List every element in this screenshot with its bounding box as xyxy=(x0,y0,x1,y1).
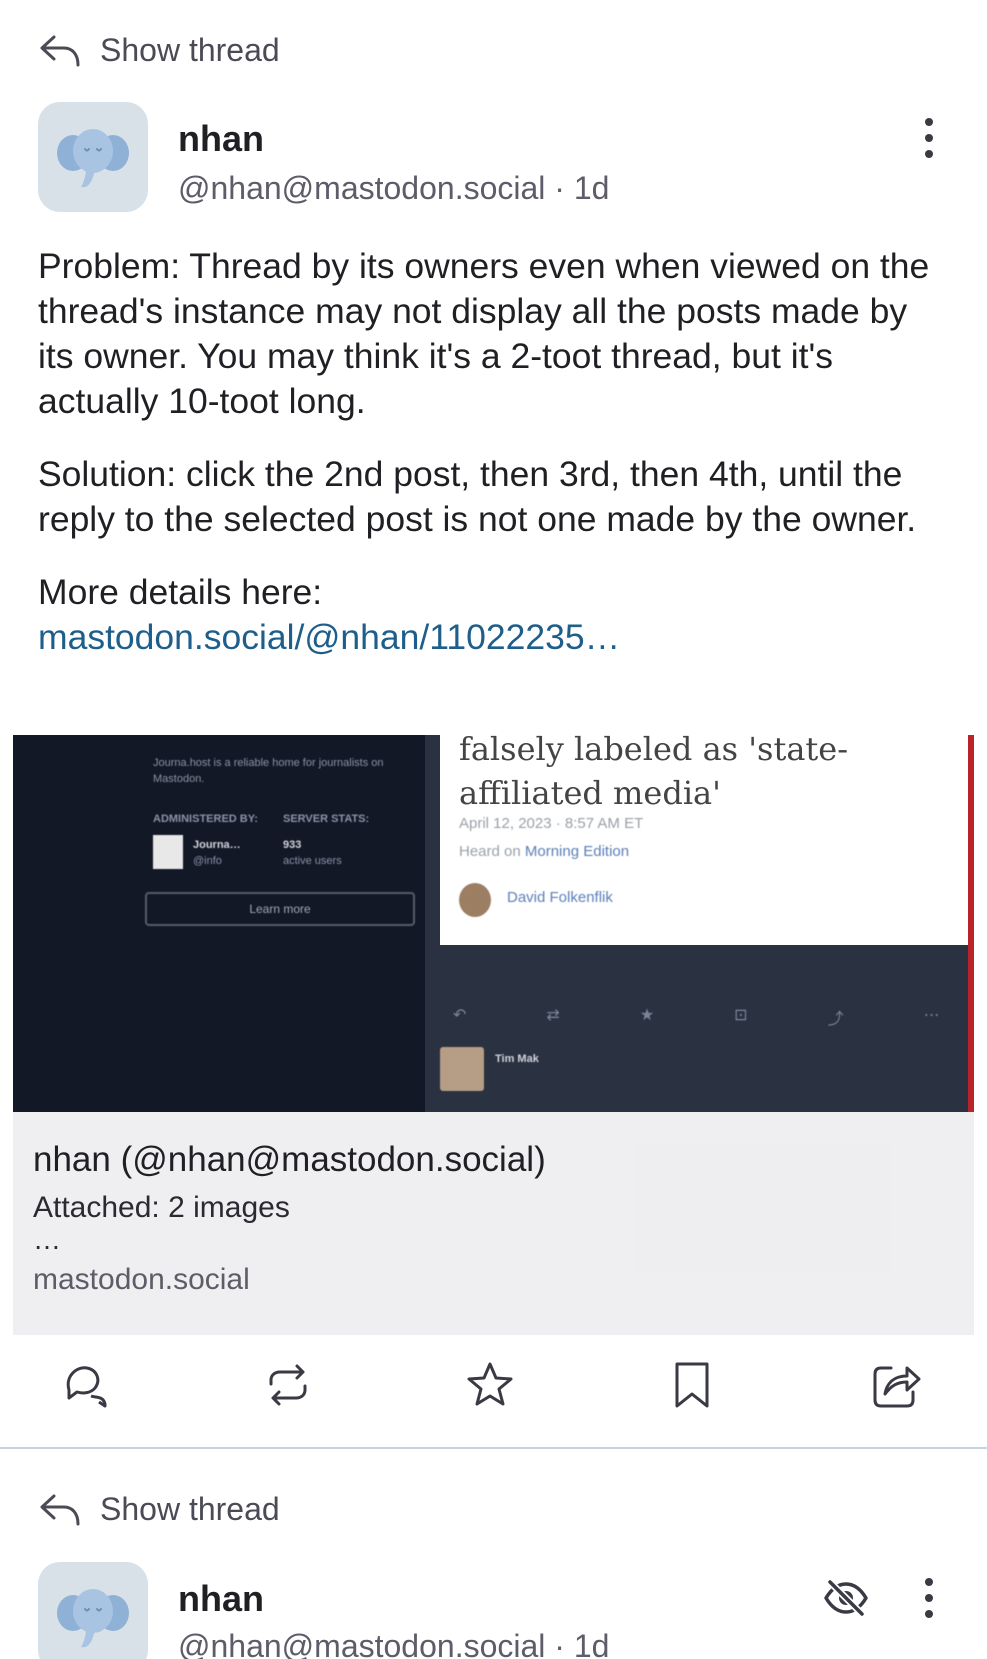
card-title: nhan (@nhan@mastodon.social) xyxy=(33,1140,546,1179)
bookmark-icon xyxy=(675,1362,709,1408)
display-name[interactable]: nhan xyxy=(178,1578,264,1620)
link-preview-image: Journa.host is a reliable home for journ… xyxy=(13,735,974,1112)
bookmark-button[interactable] xyxy=(662,1355,722,1415)
show-thread-label: Show thread xyxy=(100,32,280,68)
mastodon-elephant-icon xyxy=(57,129,129,188)
share-button[interactable] xyxy=(866,1355,926,1415)
card-ellipsis: … xyxy=(33,1224,61,1255)
reply-icon xyxy=(66,1366,107,1408)
link-preview-text: nhan (@nhan@mastodon.social) Attached: 2… xyxy=(13,1112,974,1335)
more-details-label: More details here: xyxy=(38,572,323,612)
boost-button[interactable] xyxy=(258,1355,318,1415)
card-description: Attached: 2 images xyxy=(33,1191,290,1224)
post-paragraph: Solution: click the 2nd post, then 3rd, … xyxy=(38,454,917,539)
avatar[interactable] xyxy=(38,1562,148,1659)
post-action-bar xyxy=(0,1355,987,1435)
show-thread-link[interactable]: Show thread xyxy=(38,1491,280,1528)
post-paragraph: Problem: Thread by its owners even when … xyxy=(38,246,930,421)
favourite-button[interactable] xyxy=(460,1355,520,1415)
favourite-icon xyxy=(467,1362,513,1406)
account-handle-timestamp: @nhan@mastodon.social · 1d xyxy=(178,1628,610,1659)
mastodon-elephant-icon xyxy=(57,1589,129,1648)
show-thread-label: Show thread xyxy=(100,1491,280,1527)
reply-arrow-icon xyxy=(40,1494,80,1525)
reply-arrow-icon xyxy=(40,35,80,66)
post-paragraph: More details here: mastodon.social/@nhan… xyxy=(38,570,948,660)
show-thread-link[interactable]: Show thread xyxy=(38,32,280,69)
post-link[interactable]: mastodon.social/@nhan/11022235… xyxy=(38,617,620,657)
link-preview-card[interactable]: Journa.host is a reliable home for journ… xyxy=(13,735,974,1335)
card-domain: mastodon.social xyxy=(33,1263,250,1296)
display-name[interactable]: nhan xyxy=(178,118,264,160)
reply-button[interactable] xyxy=(56,1355,116,1415)
share-icon xyxy=(873,1366,921,1408)
avatar[interactable] xyxy=(38,102,148,212)
post-divider xyxy=(0,1447,987,1449)
more-options-icon[interactable] xyxy=(918,118,940,158)
post-content: Problem: Thread by its owners even when … xyxy=(38,244,948,688)
account-handle-timestamp: @nhan@mastodon.social · 1d xyxy=(178,170,610,206)
boost-icon xyxy=(269,1364,307,1406)
eye-slash-icon[interactable] xyxy=(822,1578,870,1618)
more-options-icon[interactable] xyxy=(918,1578,940,1618)
